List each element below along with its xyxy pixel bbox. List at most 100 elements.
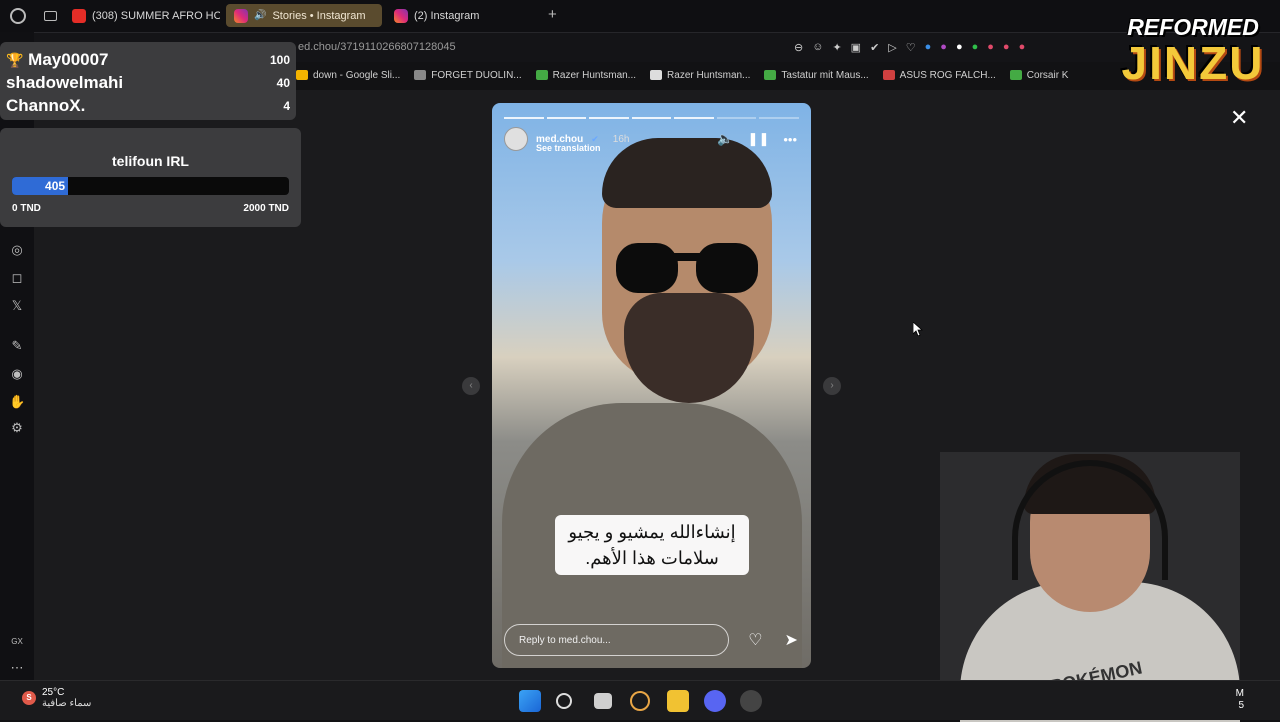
extension-icon[interactable]: ● [972,41,979,54]
settings-icon[interactable]: ⚙ [9,420,25,436]
instagram-icon[interactable]: ◻ [9,270,25,286]
bookmark-label: Tastatur mit Maus... [781,69,869,81]
windows-taskbar: S 25°C سماء صافية M 5 [0,680,1280,720]
more-icon[interactable]: ⋯ [9,660,25,676]
donation-leaderboard: 🏆 May00007 100 shadowelmahi 40 ChannoX. … [0,42,296,120]
bookmark[interactable]: Razer Huntsman... [535,64,636,86]
caption-line: سلامات هذا الأهم. [585,548,719,568]
tab-title: Stories • Instagram [272,9,366,22]
story-photo-beard [624,293,754,403]
logo-bottom-text: JINZU [1121,37,1265,89]
opera-logo-icon[interactable] [10,8,26,24]
mouse-cursor-icon [913,322,923,336]
tab-manager-icon[interactable] [44,11,57,21]
trophy-icon: 🏆 [6,51,24,68]
tab-stories-instagram[interactable]: 🔊 Stories • Instagram [226,4,382,27]
leaderboard-name: ChannoX. [6,95,86,115]
leaderboard-row: 🏆 May00007 100 [6,48,290,71]
bookmark-label: Razer Huntsman... [667,69,751,81]
snapshot-icon[interactable]: ▣ [851,41,861,54]
bookmark-label: down - Google Sli... [313,69,401,81]
weather-condition: سماء صافية [42,698,92,709]
caption-line: إنشاءالله يمشيو و يجيو [568,522,736,542]
search-icon[interactable] [556,693,572,709]
steam-icon[interactable] [740,690,762,712]
next-story-button[interactable]: › [823,377,841,395]
pause-icon[interactable]: ❚❚ [748,131,770,147]
extension-icon[interactable]: ● [1019,41,1026,54]
donation-goal-widget: telifoun IRL 405 0 TND 2000 TND [0,128,301,227]
avatar[interactable] [504,127,528,151]
leaderboard-name-text: May00007 [28,49,109,69]
tab-instagram[interactable]: (2) Instagram [386,4,542,27]
opera-gx-icon[interactable] [630,691,650,711]
story-timestamp: 16h [612,133,630,145]
youtube-icon [72,8,86,23]
gx-mods-icon[interactable]: ✋ [9,394,25,410]
streamer-logo: REFORMED JINZU [1118,14,1268,90]
bookmark-label: ASUS ROG FALCH... [899,69,996,81]
clock-line: M [1235,688,1244,699]
new-tab-button[interactable]: + [548,6,557,23]
more-options-icon[interactable]: ••• [783,132,797,147]
speaker-icon[interactable]: 🔊 [254,10,266,21]
zoom-icon[interactable]: ⊖ [794,41,803,54]
volume-icon[interactable]: 🔈 [717,131,733,147]
file-explorer-icon[interactable] [667,690,689,712]
story-progress-segment [716,117,757,119]
player-icon[interactable]: ◉ [9,366,25,382]
bookmark-icon [882,70,895,80]
see-translation-link[interactable]: See translation [536,143,601,153]
instagram-icon [234,8,248,23]
story-reply-row: ♡ ➤ [504,623,800,657]
document-icon [650,70,663,80]
extension-icon[interactable]: ● [925,41,932,54]
bookmark-label: FORGET DUOLIN... [431,69,522,81]
story-card[interactable]: med.chou ✔ 16h See translation 🔈 ❚❚ ••• … [492,103,811,668]
pin-icon[interactable]: ✦ [832,41,841,54]
task-view-icon[interactable] [594,693,612,709]
previous-story-button[interactable]: ‹ [462,377,480,395]
bookmark-icon [764,70,777,80]
system-clock[interactable]: M 5 [1236,688,1244,712]
story-controls: 🔈 ❚❚ ••• [717,131,797,147]
bookmark-label: Corsair K [1026,69,1069,81]
bookmark[interactable]: Razer Huntsman... [650,64,750,86]
x-icon[interactable]: 𝕏 [9,298,25,314]
weather-widget[interactable]: S 25°C سماء صافية [22,687,91,709]
clock-line: 5 [1238,700,1244,711]
heart-icon[interactable]: ♡ [906,41,916,54]
extension-icon[interactable]: ● [956,41,963,54]
close-icon[interactable]: ✕ [1230,107,1248,129]
bookmark[interactable]: Tastatur mit Maus... [764,64,869,86]
pocket-icon[interactable]: ✔ [870,41,879,54]
play-icon[interactable]: ▷ [888,41,896,54]
bookmark[interactable]: down - Google Sli... [296,64,400,86]
emoji-icon[interactable]: ☺ [812,41,823,54]
bookmark[interactable]: Corsair K [1009,64,1069,86]
story-progress-segment [631,117,672,119]
extension-icon[interactable]: ● [987,41,994,54]
leaderboard-score: 4 [283,98,290,113]
messenger-icon[interactable]: ◎ [9,242,25,258]
url-field[interactable]: ed.chou/3719110266807128045 [298,41,456,53]
bookmark[interactable]: FORGET DUOLIN... [414,64,522,86]
extension-icon[interactable]: ● [940,41,947,54]
like-heart-icon[interactable]: ♡ [747,630,765,650]
send-icon[interactable]: ➤ [782,630,800,650]
reply-input[interactable] [504,624,729,656]
brush-icon[interactable]: ✎ [9,338,25,354]
discord-icon[interactable] [704,690,726,712]
bookmark[interactable]: ASUS ROG FALCH... [882,64,996,86]
tab-youtube[interactable]: (308) SUMMER AFRO HO [64,4,220,27]
address-bar-tools: ⊖ ☺ ✦ ▣ ✔ ▷ ♡ ● ● ● ● ● ● ● [794,41,1025,54]
story-progress-segment [504,117,544,119]
tab-title: (2) Instagram [414,9,480,22]
goal-max-label: 2000 TND [243,203,289,214]
leaderboard-row: shadowelmahi 40 [6,71,290,94]
goal-progress-fill: 405 [12,177,69,195]
windows-start-icon[interactable] [519,690,541,712]
gx-corner-icon[interactable]: GX [9,634,25,650]
goal-progress-bar: 405 [12,177,289,195]
extension-icon[interactable]: ● [1003,41,1010,54]
